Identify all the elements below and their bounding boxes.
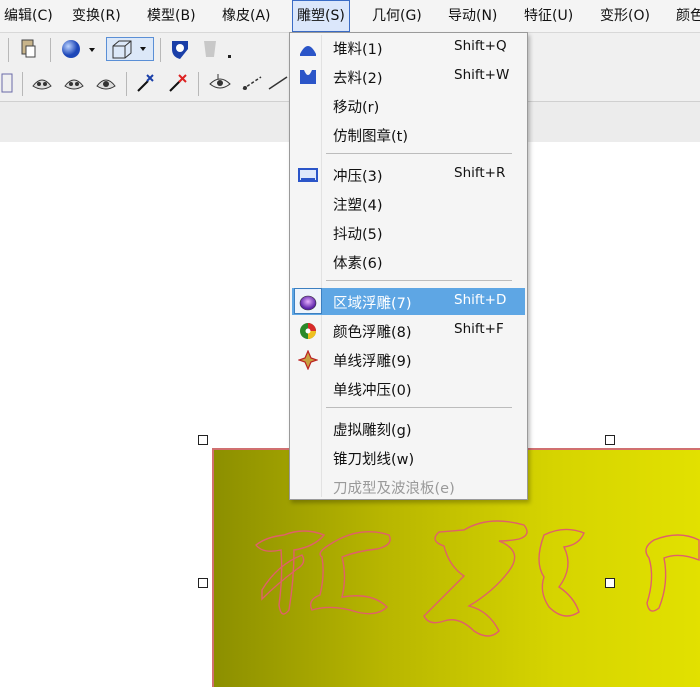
toolbar-separator <box>160 38 161 62</box>
menu-item-injection[interactable]: 注塑(4) <box>292 190 525 217</box>
menu-item-voxel[interactable]: 体素(6) <box>292 248 525 275</box>
toolbar-separator <box>22 72 23 96</box>
menu-item-label: 冲压(3) <box>333 169 383 185</box>
menu-geometry[interactable]: 几何(G) <box>368 0 426 32</box>
area-relief-icon <box>298 292 318 312</box>
menu-bar: 编辑(C) 变换(R) 模型(B) 橡皮(A) 雕塑(S) 几何(G) 导动(N… <box>0 0 700 33</box>
menu-item-virtual-engrave[interactable]: 虚拟雕刻(g) <box>292 415 525 442</box>
menu-item-label: 颜色浮雕(8) <box>333 325 412 341</box>
menu-item-line-relief[interactable]: 单线浮雕(9) <box>292 346 525 373</box>
menu-item-shortcut: Shift+F <box>454 321 504 337</box>
menu-edit[interactable]: 编辑(C) <box>0 0 57 32</box>
toolbar-separator <box>8 38 9 62</box>
menu-item-label: 移动(r) <box>333 100 380 116</box>
pile-icon <box>298 38 318 58</box>
menu-transform[interactable]: 变换(R) <box>68 0 125 32</box>
menu-item-area-relief[interactable]: 区域浮雕(7) Shift+D <box>292 288 525 315</box>
menu-sweep[interactable]: 导动(N) <box>444 0 501 32</box>
add-point-icon[interactable] <box>134 71 158 95</box>
menu-item-label: 堆料(1) <box>333 42 383 58</box>
menu-color[interactable]: 颜色 <box>672 0 700 32</box>
sphere-icon[interactable] <box>60 37 98 61</box>
menu-item-shortcut: Shift+D <box>454 292 507 308</box>
menu-item-stamp[interactable]: 冲压(3) Shift+R <box>292 161 525 188</box>
menu-item-label: 虚拟雕刻(g) <box>333 423 412 439</box>
menu-item-color-relief[interactable]: 颜色浮雕(8) Shift+F <box>292 317 525 344</box>
color-relief-icon <box>298 321 318 341</box>
menu-separator <box>326 153 512 154</box>
curve-tool-icon[interactable] <box>240 71 264 95</box>
menu-item-label: 体素(6) <box>333 256 383 272</box>
menu-item-tool-forming[interactable]: 刀成型及波浪板(e) <box>292 473 525 500</box>
remove-material-icon <box>298 67 318 87</box>
shield-icon[interactable] <box>168 37 192 61</box>
surface-b-icon[interactable] <box>62 71 86 95</box>
selection-handle-center[interactable] <box>605 578 615 588</box>
menu-deform[interactable]: 变形(O) <box>596 0 654 32</box>
menu-eraser[interactable]: 橡皮(A) <box>218 0 275 32</box>
menu-item-remove-material[interactable]: 去料(2) Shift+W <box>292 63 525 90</box>
toolbar-grip-icon <box>0 71 16 95</box>
menu-item-label: 去料(2) <box>333 71 383 87</box>
surface-c-icon[interactable] <box>94 71 118 95</box>
menu-item-move[interactable]: 移动(r) <box>292 92 525 119</box>
toolbar-separator <box>198 72 199 96</box>
menu-item-jitter[interactable]: 抖动(5) <box>292 219 525 246</box>
menu-item-label: 区域浮雕(7) <box>333 296 412 312</box>
menu-item-label: 注塑(4) <box>333 198 383 214</box>
menu-item-label: 仿制图章(t) <box>333 129 408 145</box>
line-relief-icon <box>297 349 319 371</box>
paste-icon[interactable] <box>16 37 40 61</box>
menu-item-label: 刀成型及波浪板(e) <box>333 481 455 497</box>
menu-item-label: 锥刀划线(w) <box>333 452 415 468</box>
menu-item-label: 单线冲压(0) <box>333 383 412 399</box>
menu-item-shortcut: Shift+R <box>454 165 506 181</box>
menu-item-label: 抖动(5) <box>333 227 383 243</box>
box-view-icon[interactable] <box>106 37 154 61</box>
eye-icon[interactable] <box>208 71 232 95</box>
sculpt-menu: 堆料(1) Shift+Q 去料(2) Shift+W 移动(r) 仿制图章(t… <box>289 32 528 500</box>
menu-item-shortcut: Shift+Q <box>454 38 507 54</box>
menu-model[interactable]: 模型(B) <box>143 0 200 32</box>
menu-sculpt[interactable]: 雕塑(S) <box>292 0 350 32</box>
mold-icon[interactable] <box>198 37 238 61</box>
toolbar-separator <box>50 38 51 62</box>
menu-item-shortcut: Shift+W <box>454 67 510 83</box>
delete-point-icon[interactable] <box>166 71 190 95</box>
menu-separator <box>326 280 512 281</box>
selection-handle-top-center[interactable] <box>605 435 615 445</box>
curve-tool-2-icon[interactable] <box>266 71 290 95</box>
toolbar-separator <box>126 72 127 96</box>
selection-handle-middle-left[interactable] <box>198 578 208 588</box>
menu-separator <box>326 407 512 408</box>
menu-item-cone-cutter-line[interactable]: 锥刀划线(w) <box>292 444 525 471</box>
menu-item-label: 单线浮雕(9) <box>333 354 412 370</box>
stamp-icon <box>298 165 318 185</box>
menu-feature[interactable]: 特征(U) <box>520 0 577 32</box>
menu-item-pile[interactable]: 堆料(1) Shift+Q <box>292 34 525 61</box>
menu-item-clone-stamp[interactable]: 仿制图章(t) <box>292 121 525 148</box>
surface-a-icon[interactable] <box>30 71 54 95</box>
selection-handle-top-left[interactable] <box>198 435 208 445</box>
menu-item-line-stamp[interactable]: 单线冲压(0) <box>292 375 525 402</box>
